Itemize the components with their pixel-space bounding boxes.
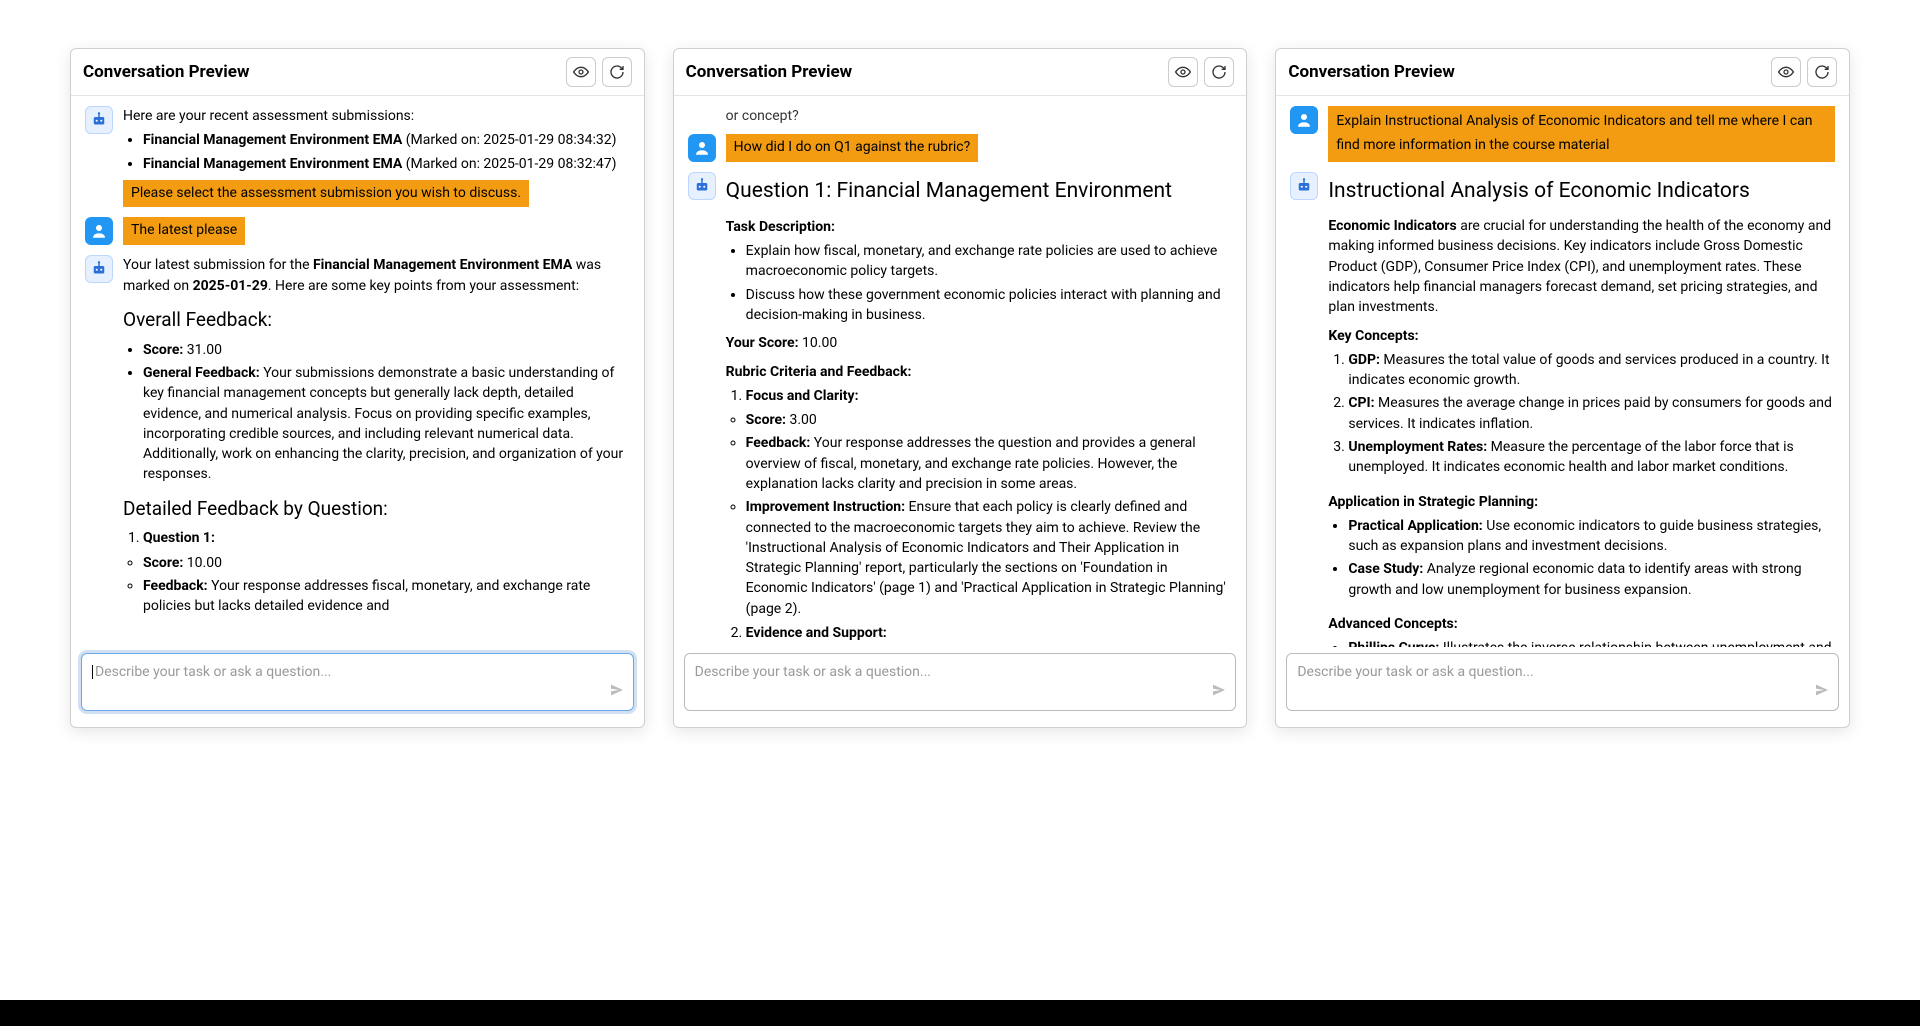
latest-submission-text: Your latest submission for the Financial… (123, 255, 630, 296)
user-avatar (85, 217, 113, 245)
score-item: Score: 31.00 (143, 340, 630, 360)
eye-icon (573, 64, 589, 80)
message-input[interactable]: Describe your task or ask a question... (684, 653, 1237, 711)
refresh-icon (1211, 64, 1227, 80)
conversation-panel-1: Conversation Preview Here are your recen… (70, 48, 645, 728)
robot-icon (1295, 177, 1313, 195)
input-placeholder: Describe your task or ask a question... (1297, 664, 1533, 680)
general-feedback-item: General Feedback: Your submissions demon… (143, 363, 630, 485)
panel-body[interactable]: Here are your recent assessment submissi… (71, 96, 644, 647)
preview-button[interactable] (1168, 57, 1198, 87)
task-item: Discuss how these government economic po… (746, 285, 1233, 326)
your-score: Your Score: 10.00 (726, 333, 1233, 353)
send-icon (1814, 682, 1830, 698)
user-avatar (1290, 106, 1318, 134)
panel-header: Conversation Preview (674, 49, 1247, 96)
bot-message: Question 1: Financial Management Environ… (688, 172, 1233, 646)
question-1-item: Question 1: Score: 10.00 Feedback: Your … (143, 528, 630, 616)
user-message: Explain Instructional Analysis of Econom… (1290, 106, 1835, 162)
bottom-bar (0, 1000, 1920, 1026)
fragment-text: or concept? (688, 106, 1233, 126)
bot-avatar (1290, 172, 1318, 200)
panel-footer: Describe your task or ask a question... (674, 647, 1247, 727)
app-case-study: Case Study: Analyze regional economic da… (1348, 559, 1835, 600)
refresh-button[interactable] (1807, 57, 1837, 87)
person-icon (90, 222, 108, 240)
message-input[interactable]: Describe your task or ask a question... (81, 653, 634, 711)
user-message: How did I do on Q1 against the rubric? (688, 134, 1233, 162)
intro-paragraph: Economic Indicators are crucial for unde… (1328, 216, 1835, 317)
header-buttons (566, 57, 632, 87)
user-text-highlight: How did I do on Q1 against the rubric? (726, 134, 979, 162)
panel-title: Conversation Preview (83, 60, 249, 85)
criterion-focus-clarity: Focus and Clarity: Score: 3.00 Feedback:… (746, 386, 1233, 619)
user-text-highlight: Explain Instructional Analysis of Econom… (1328, 106, 1835, 162)
robot-icon (693, 177, 711, 195)
eye-icon (1175, 64, 1191, 80)
conversation-panel-2: Conversation Preview or concept? How did… (673, 48, 1248, 728)
send-button[interactable] (1814, 682, 1830, 704)
person-icon (693, 139, 711, 157)
message-input[interactable]: Describe your task or ask a question... (1286, 653, 1839, 711)
header-buttons (1168, 57, 1234, 87)
submission-item: Financial Management Environment EMA (Ma… (143, 130, 630, 150)
send-icon (609, 682, 625, 698)
user-message: The latest please (85, 217, 630, 245)
robot-icon (90, 111, 108, 129)
refresh-icon (1814, 64, 1830, 80)
panel-footer: Describe your task or ask a question... (1276, 647, 1849, 727)
robot-icon (90, 260, 108, 278)
key-concepts-label: Key Concepts: (1328, 326, 1835, 346)
refresh-button[interactable] (602, 57, 632, 87)
user-avatar (688, 134, 716, 162)
adv-phillips-curve: Phillips Curve: Illustrates the inverse … (1348, 638, 1835, 646)
preview-button[interactable] (566, 57, 596, 87)
preview-button[interactable] (1771, 57, 1801, 87)
eye-icon (1778, 64, 1794, 80)
bot-avatar (688, 172, 716, 200)
send-button[interactable] (609, 682, 625, 704)
panel-header: Conversation Preview (71, 49, 644, 96)
header-buttons (1771, 57, 1837, 87)
input-placeholder: Describe your task or ask a question... (695, 664, 931, 680)
panel-header: Conversation Preview (1276, 49, 1849, 96)
refresh-button[interactable] (1204, 57, 1234, 87)
advanced-label: Advanced Concepts: (1328, 614, 1835, 634)
panel-body[interactable]: or concept? How did I do on Q1 against t… (674, 96, 1247, 647)
application-label: Application in Strategic Planning: (1328, 492, 1835, 512)
user-text-highlight: The latest please (123, 217, 245, 245)
bot-message: Your latest submission for the Financial… (85, 255, 630, 620)
bot-intro-text: Here are your recent assessment submissi… (123, 106, 630, 126)
bot-prompt-highlight: Please select the assessment submission … (123, 180, 529, 208)
rubric-label: Rubric Criteria and Feedback: (726, 362, 1233, 382)
concept-gdp: GDP: Measures the total value of goods a… (1348, 350, 1835, 391)
bot-avatar (85, 255, 113, 283)
refresh-icon (609, 64, 625, 80)
bot-message: Here are your recent assessment submissi… (85, 106, 630, 207)
input-placeholder: Describe your task or ask a question... (95, 664, 331, 680)
concept-unemployment: Unemployment Rates: Measure the percenta… (1348, 437, 1835, 478)
criterion-evidence-support: Evidence and Support: Score: 1.00 Feedba… (746, 623, 1233, 647)
panel-title: Conversation Preview (686, 60, 852, 85)
panel-title: Conversation Preview (1288, 60, 1454, 85)
q1-heading: Question 1: Financial Management Environ… (726, 176, 1233, 206)
app-practical: Practical Application: Use economic indi… (1348, 516, 1835, 557)
bot-avatar (85, 106, 113, 134)
task-item: Explain how fiscal, monetary, and exchan… (746, 241, 1233, 282)
panel-footer: Describe your task or ask a question... (71, 647, 644, 727)
submission-item: Financial Management Environment EMA (Ma… (143, 154, 630, 174)
concept-cpi: CPI: Measures the average change in pric… (1348, 393, 1835, 434)
person-icon (1295, 111, 1313, 129)
bot-message: Instructional Analysis of Economic Indic… (1290, 172, 1835, 647)
overall-feedback-heading: Overall Feedback: (123, 306, 630, 334)
analysis-heading: Instructional Analysis of Economic Indic… (1328, 176, 1835, 206)
conversation-panel-3: Conversation Preview Explain Instruction… (1275, 48, 1850, 728)
send-button[interactable] (1211, 682, 1227, 704)
panel-body[interactable]: Explain Instructional Analysis of Econom… (1276, 96, 1849, 647)
send-icon (1211, 682, 1227, 698)
task-desc-label: Task Description: (726, 217, 1233, 237)
detailed-feedback-heading: Detailed Feedback by Question: (123, 495, 630, 523)
